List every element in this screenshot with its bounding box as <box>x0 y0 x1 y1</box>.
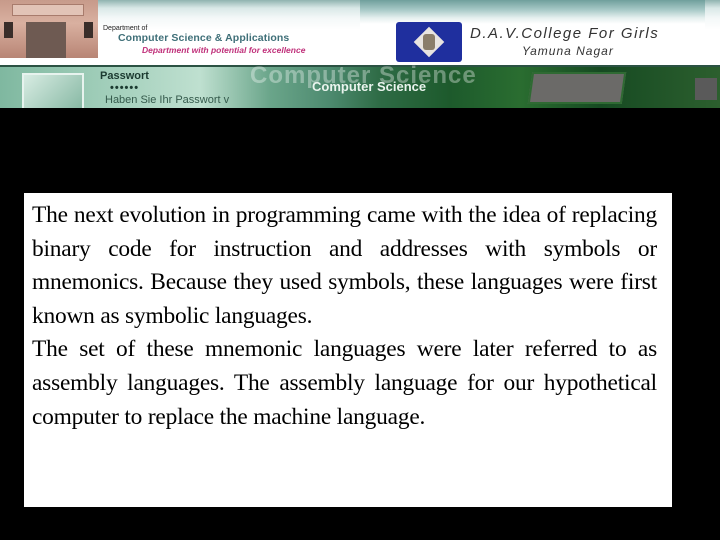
paragraph-symbolic-languages: The next evolution in programming came w… <box>32 202 657 329</box>
paragraph-assembly-languages: The set of these mnemonic languages were… <box>32 336 657 430</box>
banner-password-label: Passwort <box>100 70 149 82</box>
building-door <box>26 22 66 58</box>
header-banner: Department of Computer Science & Applica… <box>0 0 720 108</box>
department-tagline: Department with potential for excellence <box>142 45 306 55</box>
banner-password-dots: •••••• <box>110 82 140 94</box>
department-prefix: Department of <box>103 25 148 32</box>
emblem-figure <box>423 34 435 50</box>
building-roof <box>12 4 84 16</box>
monitor-icon <box>22 73 84 108</box>
banner-password-hint: Haben Sie Ihr Passwort v <box>105 94 230 106</box>
building-window <box>84 22 93 38</box>
circuit-chip-icon <box>695 78 717 100</box>
content-box: The next evolution in programming came w… <box>24 193 672 507</box>
circuit-chip-icon <box>527 72 627 104</box>
building-window <box>4 22 13 38</box>
college-city: Yamuna Nagar <box>522 44 614 58</box>
college-emblem-icon <box>396 22 462 62</box>
department-name: Computer Science & Applications <box>118 32 290 44</box>
college-name: D.A.V.College For Girls <box>470 25 660 42</box>
banner-text: Computer Science <box>312 79 427 94</box>
college-building-image <box>0 0 98 58</box>
